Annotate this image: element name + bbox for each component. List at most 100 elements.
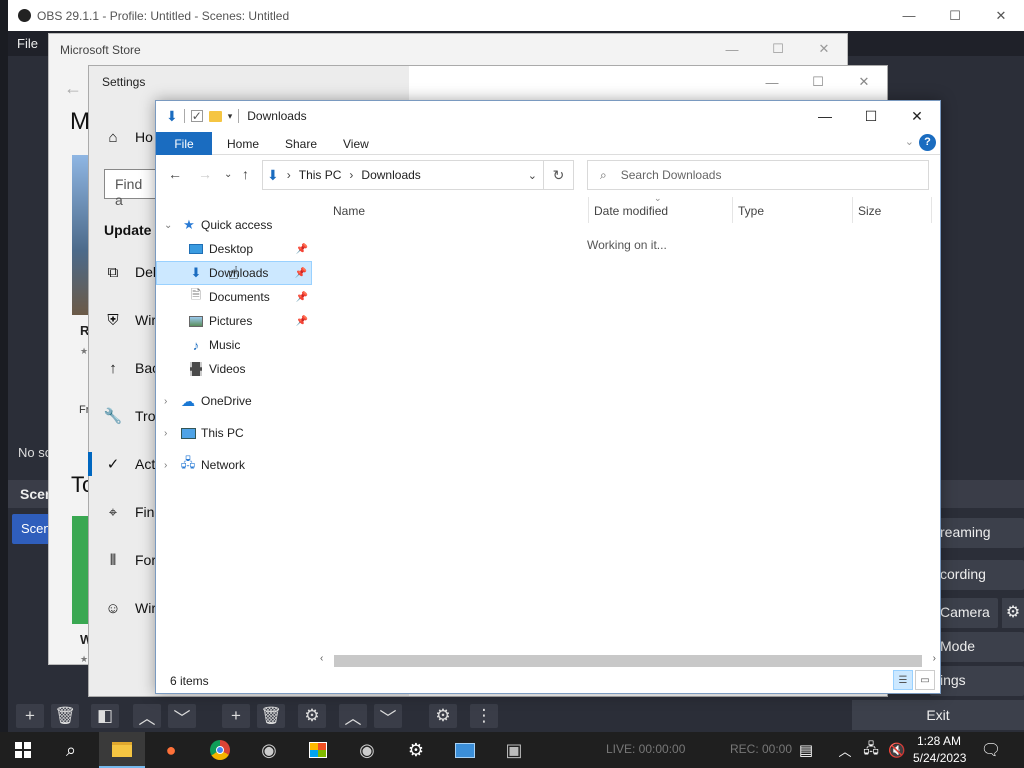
obs-icon[interactable]: ◉: [246, 732, 292, 768]
column-header-type[interactable]: Type: [738, 204, 764, 218]
obs-more-options-icon[interactable]: ⋮: [470, 704, 498, 728]
firefox-icon[interactable]: ●: [148, 732, 194, 768]
clock-date[interactable]: 5/24/2023: [913, 751, 966, 765]
nav-desktop[interactable]: Desktop 📌: [156, 237, 312, 261]
obs-minimize-button[interactable]: —: [886, 0, 932, 31]
nav-pictures[interactable]: Pictures 📌: [156, 309, 312, 333]
obs-start-streaming-button[interactable]: reaming: [930, 518, 1024, 548]
nav-documents[interactable]: 🗎 Documents 📌: [156, 285, 312, 309]
collapse-chevron-icon[interactable]: ⌄: [164, 220, 172, 231]
scroll-left-icon[interactable]: ‹: [320, 653, 323, 664]
obs-source-properties-icon[interactable]: ⚙: [298, 704, 326, 728]
settings-maximize-button[interactable]: ☐: [795, 66, 841, 98]
control-panel-icon[interactable]: [442, 732, 488, 768]
pin-icon[interactable]: 📌: [296, 292, 308, 303]
settings-item-developers[interactable]: ⫴ For: [105, 552, 156, 569]
obs-camera-gear-icon[interactable]: ⚙: [1002, 598, 1024, 628]
explorer-maximize-button[interactable]: ☐: [848, 101, 894, 131]
settings-item-insider[interactable]: ☺ Wir: [105, 600, 156, 617]
obs-studio-mode-button[interactable]: Mode: [930, 632, 1024, 662]
taskbar-app-icon[interactable]: ▤: [786, 732, 826, 768]
recent-locations-chevron-icon[interactable]: ⌄: [224, 169, 232, 180]
settings-item-find-device[interactable]: ⌖ Fin: [105, 504, 155, 521]
tab-share[interactable]: Share: [285, 137, 317, 151]
nav-quick-access[interactable]: ⌄ ★ Quick access: [156, 213, 312, 237]
obs-menu-file[interactable]: File: [17, 36, 38, 51]
pin-icon[interactable]: 📌: [296, 316, 308, 327]
search-box[interactable]: ⌕ Search Downloads: [587, 160, 929, 190]
chrome-icon[interactable]: [197, 732, 243, 768]
expand-chevron-icon[interactable]: ›: [164, 396, 167, 407]
address-dropdown-chevron-icon[interactable]: ⌄: [528, 169, 537, 182]
installer-icon[interactable]: ▣: [491, 732, 537, 768]
show-hidden-icons-chevron-icon[interactable]: ︿: [832, 732, 858, 768]
obs-maximize-button[interactable]: ☐: [932, 0, 978, 31]
obs-icon-2[interactable]: ◉: [344, 732, 390, 768]
settings-item-backup[interactable]: ↑ Bac: [105, 360, 159, 377]
column-divider[interactable]: [852, 197, 853, 223]
settings-item-troubleshoot[interactable]: 🔧 Tro: [104, 408, 156, 425]
settings-item-security[interactable]: ⛨ Wir: [105, 312, 156, 329]
column-header-size[interactable]: Size: [858, 204, 881, 218]
obs-filter-icon[interactable]: ◧: [91, 704, 119, 728]
tab-view[interactable]: View: [343, 137, 369, 151]
tab-file[interactable]: File: [156, 132, 212, 155]
obs-source-down-icon[interactable]: ﹀: [374, 704, 402, 728]
address-bar[interactable]: ⬇ › This PC › Downloads ⌄: [262, 160, 544, 190]
refresh-icon[interactable]: ↻: [544, 160, 574, 190]
pin-icon[interactable]: 📌: [295, 268, 307, 279]
column-header-date-modified[interactable]: Date modified: [594, 204, 668, 218]
properties-checkbox-icon[interactable]: ✓: [190, 110, 203, 122]
column-header-name[interactable]: Name: [333, 204, 365, 218]
obs-mixer-settings-icon[interactable]: ⚙: [429, 704, 457, 728]
settings-item-activation[interactable]: ✓ Act: [105, 456, 156, 473]
obs-remove-source-icon[interactable]: 🗑: [257, 704, 285, 728]
obs-close-button[interactable]: ✕: [978, 0, 1024, 31]
microsoft-store-icon[interactable]: [295, 732, 341, 768]
expand-chevron-icon[interactable]: ›: [164, 428, 167, 439]
obs-add-source-icon[interactable]: +: [222, 704, 250, 728]
horizontal-scrollbar[interactable]: ‹ ›: [318, 653, 938, 669]
volume-muted-icon[interactable]: 🔇: [884, 732, 910, 768]
scroll-right-icon[interactable]: ›: [933, 653, 936, 664]
settings-home-item[interactable]: ⌂ Ho: [105, 129, 152, 146]
store-close-button[interactable]: ✕: [801, 34, 847, 64]
tab-home[interactable]: Home: [227, 137, 259, 151]
back-arrow-icon[interactable]: ←: [168, 166, 182, 182]
settings-item-delivery[interactable]: ⧉ Del: [105, 264, 156, 281]
details-view-icon[interactable]: ☰: [893, 670, 913, 690]
pin-icon[interactable]: 📌: [296, 244, 308, 255]
notifications-icon[interactable]: 🗨: [968, 732, 1014, 768]
obs-settings-button[interactable]: ings: [930, 666, 1024, 696]
customize-toolbar-dropdown-icon[interactable]: ▾: [228, 111, 233, 122]
settings-close-button[interactable]: ✕: [841, 66, 887, 98]
obs-source-up-icon[interactable]: ︿: [339, 704, 367, 728]
obs-add-scene-icon[interactable]: +: [16, 704, 44, 728]
nav-videos[interactable]: Videos: [156, 357, 312, 381]
explorer-close-button[interactable]: ✕: [894, 101, 940, 131]
obs-move-up-icon[interactable]: ︿: [133, 704, 161, 728]
file-explorer-icon[interactable]: [99, 732, 145, 768]
obs-exit-button[interactable]: Exit: [852, 700, 1024, 730]
expand-ribbon-chevron-icon[interactable]: ⌄: [905, 135, 914, 148]
search-icon[interactable]: ⌕: [48, 732, 94, 768]
explorer-minimize-button[interactable]: —: [802, 101, 848, 131]
windows-start-icon[interactable]: [0, 732, 46, 768]
column-divider[interactable]: [732, 197, 733, 223]
help-icon[interactable]: ?: [919, 134, 936, 151]
store-app-image[interactable]: [72, 155, 88, 315]
column-divider[interactable]: [588, 197, 589, 223]
store-back-arrow-icon[interactable]: ←: [64, 78, 82, 99]
nav-network[interactable]: › 🖧 Network: [156, 453, 312, 477]
store-maximize-button[interactable]: ☐: [755, 34, 801, 64]
nav-this-pc[interactable]: › This PC: [156, 421, 312, 445]
obs-move-down-icon[interactable]: ﹀: [168, 704, 196, 728]
breadcrumb-downloads[interactable]: Downloads: [361, 168, 420, 182]
large-icons-view-icon[interactable]: ▭: [915, 670, 935, 690]
nav-music[interactable]: ♪ Music: [156, 333, 312, 357]
settings-gear-icon[interactable]: ⚙: [393, 732, 439, 768]
scrollbar-thumb[interactable]: [334, 655, 922, 667]
up-arrow-icon[interactable]: ↑: [242, 166, 249, 182]
forward-arrow-icon[interactable]: →: [198, 166, 212, 182]
clock-time[interactable]: 1:28 AM: [917, 734, 961, 748]
